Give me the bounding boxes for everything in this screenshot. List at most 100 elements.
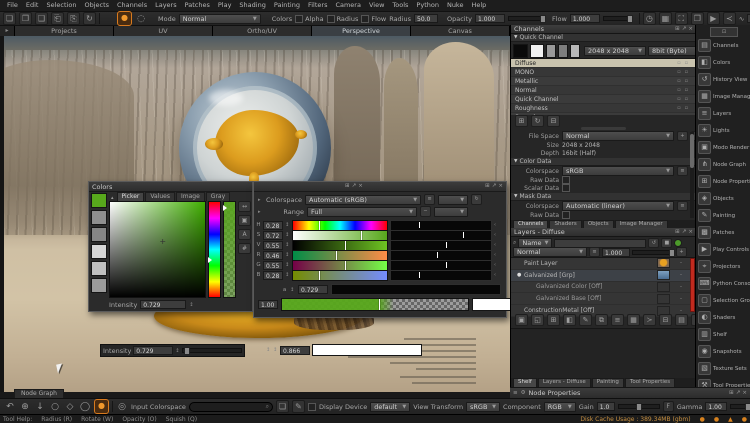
strip-header-box[interactable]: ⊡ [710,27,738,37]
picker-tool-icon[interactable]: ▣ [238,215,251,226]
minus-icon[interactable]: − [420,206,431,217]
layer-action-icon[interactable]: ◧ [563,314,576,326]
value-field[interactable]: 0.866 [280,346,310,355]
file-action-icon[interactable]: ❑ [35,12,48,25]
palette-tab[interactable]: ⊞ Node Properties [696,173,750,190]
dock-tab[interactable]: Shaders [549,220,581,228]
colors-dialog-titlebar[interactable]: Colors [89,182,252,192]
lock-icon[interactable]: ≡ [677,166,688,176]
file-action-icon[interactable]: ⎗ [51,12,64,25]
saturation-value-square[interactable]: + [109,201,206,298]
menu-item[interactable]: Python [412,0,443,11]
window-button-icon[interactable]: ↗ [352,183,357,190]
window-button-icon[interactable]: × [688,26,693,33]
layer-action-icon[interactable]: ⊟ [659,314,672,326]
viewport-tab[interactable]: Canvas [411,26,510,36]
color-sample-icon[interactable]: ◎ [116,401,128,413]
plus-icon[interactable]: + [677,131,688,141]
channel-row[interactable]: Normal ▫▫ [511,86,696,95]
menu-item[interactable]: Camera [331,0,365,11]
palette-tab[interactable]: ▣ Modo Render [696,139,750,156]
viewport-menu-icon[interactable]: ▸ [0,26,15,36]
file-space-dropdown[interactable]: Normal▼ [562,131,674,141]
pressure-toggle[interactable]: Radius [327,15,359,23]
spinner-icon[interactable]: ↕ [266,348,271,352]
resize-handle[interactable] [581,127,626,130]
canvas-tool-icon[interactable]: ⊕ [19,401,31,413]
window-button-icon[interactable]: ⊞ [675,26,680,33]
flow-field[interactable]: 1.000 [570,14,600,23]
dock-tab[interactable]: Painting [592,378,624,387]
curve-strip[interactable] [390,270,492,281]
eraser-tool-icon[interactable]: ◌ [135,13,147,25]
props-scrollbar[interactable] [690,132,694,218]
alpha-max-field[interactable]: 1.00 [258,300,278,309]
dock-tab[interactable]: Layers - Diffuse [538,378,591,387]
palette-tab[interactable]: ▧ Texture Sets [696,360,750,377]
opacity-field[interactable]: 1.000 [475,14,505,23]
paint-tool-icon[interactable]: ● [117,11,132,26]
file-action-icon[interactable]: ↻ [83,12,96,25]
expander-icon[interactable]: ▸ [258,198,263,202]
viewport-tab[interactable]: Projects [15,26,114,36]
white-swatch[interactable] [530,44,544,58]
menu-item[interactable]: Nuke [443,0,468,11]
alpha-gradient-strip[interactable] [281,298,469,311]
raw-data-checkbox[interactable] [562,176,570,184]
menu-item[interactable]: Objects [80,0,113,11]
menu-item[interactable]: Channels [113,0,151,11]
file-action-icon[interactable]: ⎘ [67,12,80,25]
window-button-icon[interactable]: ⊞ [675,229,680,236]
mode-dropdown[interactable]: Normal▼ [179,14,261,24]
spinner-icon[interactable]: ↕ [175,349,180,353]
lock-icon[interactable]: ≡ [424,194,435,205]
channel-value-field[interactable]: 0.28 [263,271,283,280]
colormap-dialog-titlebar[interactable]: ⊞↗× ⊞↗× [254,182,506,192]
raw-data-checkbox[interactable] [562,211,570,219]
layer-cell[interactable]: – [674,296,688,302]
palette-tab[interactable]: ▶ Play Controls [696,241,750,258]
plus-icon[interactable]: + [676,247,687,257]
window-button-icon[interactable]: ↗ [736,390,741,397]
options-icon[interactable]: ≡ [589,247,600,257]
strip-marker[interactable] [345,241,346,250]
display-device-dropdown[interactable]: default▼ [370,402,410,412]
window-button-icon[interactable]: ⊞ [345,183,350,190]
menu-icon[interactable]: ≡ [513,390,518,397]
spinner-icon[interactable]: ↕ [273,348,278,352]
size-dropdown[interactable]: 2048 x 2048▼ [584,46,646,56]
gear-icon[interactable]: ⚙ [521,390,526,397]
spinner-icon[interactable]: ↕ [189,303,194,307]
channel-row[interactable]: Diffuse ▫▫ [511,59,696,68]
palette-tab[interactable]: ◉ Snapshots [696,343,750,360]
range-dropdown[interactable]: Full▼ [307,207,417,217]
menu-item[interactable]: Selection [42,0,80,11]
layer-action-icon[interactable]: ⊞ [547,314,560,326]
palette-tab[interactable]: ◈ Objects [696,190,750,207]
display-checkbox[interactable] [308,403,316,411]
status-indicator-icon[interactable]: ● [700,416,705,423]
spinner-icon[interactable]: ↕ [285,243,290,247]
picker-tool-icon[interactable]: A [238,229,251,240]
gain-field[interactable]: 1.0 [597,402,615,411]
alpha-value-field[interactable]: 0.729 [298,285,328,294]
palette-tab[interactable]: ▩ Patches [696,224,750,241]
palette-tab[interactable]: ▤ Channels [696,37,750,54]
gray-swatch[interactable] [558,44,568,58]
window-button-icon[interactable]: ⊞ [729,390,734,397]
window-button-icon[interactable]: × [358,183,363,190]
projection-option-icon[interactable]: ▦ [659,12,672,25]
menu-item[interactable]: File [3,0,22,11]
layer-action-icon[interactable]: ▦ [627,314,640,326]
dock-tab[interactable]: Tool Properties [625,378,675,387]
gamma-field[interactable]: 1.00 [705,402,727,411]
spinner-icon[interactable]: ↕ [285,253,290,257]
channel-row[interactable]: Quick Channel ▫▫ [511,95,696,104]
palette-tab[interactable]: ⌖ Projectors [696,258,750,275]
picker-tab[interactable]: Picker [117,192,145,201]
layer-row[interactable]: ● Paint Layer – [511,258,696,270]
view-transform-dropdown[interactable]: sRGB▼ [466,402,500,412]
color-data-header[interactable]: ▼ Color Data [511,158,696,166]
doc-icon[interactable]: ❏ [276,400,289,413]
layer-row[interactable]: ● Galvanized [Grp] – [511,270,696,282]
